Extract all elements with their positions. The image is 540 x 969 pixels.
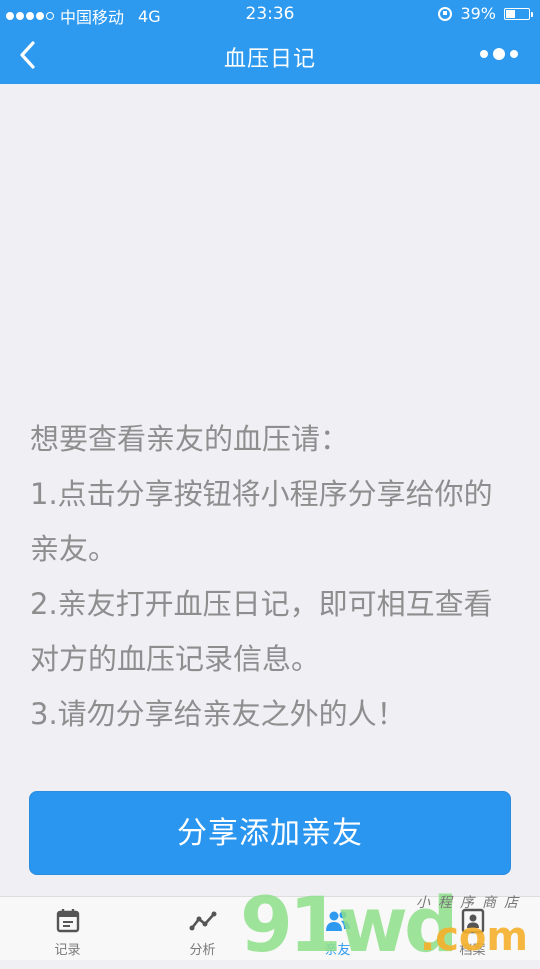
tab-bar: 记录 分析 亲友 档案: [0, 896, 540, 960]
tab-friends[interactable]: 亲友: [270, 897, 405, 960]
more-menu-button[interactable]: [480, 48, 518, 60]
profile-icon: [461, 908, 484, 934]
rotation-lock-icon: [438, 6, 453, 21]
instruction-line-2: 2.亲友打开血压日记，即可相互查看对方的血压记录信息。: [30, 587, 493, 676]
tab-profile[interactable]: 档案: [405, 897, 540, 960]
more-dot-icon: [493, 48, 505, 60]
tab-analysis[interactable]: 分析: [135, 897, 270, 960]
share-instructions: 想要查看亲友的血压请： 1.点击分享按钮将小程序分享给你的亲友。 2.亲友打开血…: [30, 412, 520, 742]
battery-percent: 39%: [460, 4, 496, 23]
nav-bar: 血压日记: [0, 28, 540, 84]
instruction-line-3: 3.请勿分享给亲友之外的人！: [30, 697, 406, 731]
page-title: 血压日记: [223, 47, 316, 72]
tab-label: 分析: [189, 943, 216, 958]
instruction-line-1: 1.点击分享按钮将小程序分享给你的亲友。: [30, 477, 493, 566]
share-add-friend-button[interactable]: 分享添加亲友: [29, 791, 511, 875]
friends-icon: [325, 911, 350, 931]
status-bar: 中国移动 4G 23:36 39%: [0, 0, 540, 28]
more-dot-icon: [510, 50, 518, 58]
instructions-heading: 想要查看亲友的血压请：: [30, 422, 350, 456]
status-right: 39%: [438, 4, 533, 23]
more-dot-icon: [480, 50, 488, 58]
tab-label: 档案: [459, 943, 486, 958]
tab-label: 记录: [54, 943, 81, 958]
tab-record[interactable]: 记录: [0, 897, 135, 960]
trend-line-icon: [189, 911, 216, 931]
battery-icon: [504, 7, 533, 20]
tab-label: 亲友: [324, 943, 351, 958]
calendar-icon: [56, 909, 79, 933]
